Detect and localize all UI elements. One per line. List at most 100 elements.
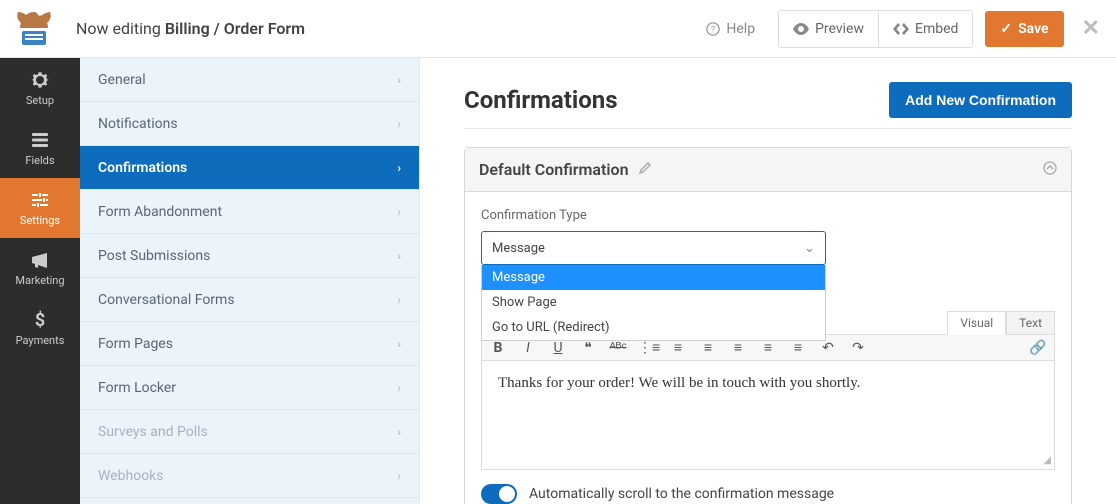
help-icon: ? [706, 22, 720, 36]
nav-label: Marketing [15, 274, 64, 287]
auto-scroll-label: Automatically scroll to the confirmation… [529, 486, 834, 502]
option-show-page[interactable]: Show Page [482, 290, 825, 315]
pencil-icon [639, 162, 651, 174]
message-editor[interactable]: Thanks for your order! We will be in tou… [481, 360, 1055, 470]
save-button[interactable]: ✓ Save [985, 11, 1063, 47]
undo-button[interactable]: ↶ [818, 340, 838, 356]
editor-tab-visual[interactable]: Visual [947, 311, 1006, 335]
embed-label: Embed [915, 21, 958, 37]
dollar-icon: $ [30, 310, 50, 330]
svg-text:?: ? [711, 25, 715, 35]
select-value: Message [492, 241, 545, 256]
close-button[interactable]: ✕ [1082, 16, 1100, 41]
auto-scroll-toggle[interactable] [481, 484, 517, 504]
strike-button[interactable]: ᴬᴮᶜ [608, 339, 628, 356]
nav-label: Fields [25, 154, 54, 167]
subnav-form-pages[interactable]: Form Pages › [80, 322, 419, 366]
subnav-label: Confirmations [98, 160, 187, 176]
align-right-button[interactable]: ≡ [758, 339, 778, 356]
editor-content: Thanks for your order! We will be in tou… [498, 375, 860, 391]
resize-handle[interactable]: ◢ [1043, 455, 1051, 466]
redo-button[interactable]: ↷ [848, 340, 868, 356]
subnav-label: Surveys and Polls [98, 424, 208, 440]
save-label: Save [1018, 21, 1048, 37]
quote-button[interactable]: ❝ [578, 340, 598, 356]
gear-icon [30, 70, 50, 90]
subnav-conversational-forms[interactable]: Conversational Forms› [80, 278, 419, 322]
primary-nav: Setup Fields Settings Marketing $ Paymen… [0, 58, 80, 504]
align-left-button[interactable]: ≡ [698, 339, 718, 356]
subnav-form-locker[interactable]: Form Locker › [80, 366, 419, 410]
nav-marketing[interactable]: Marketing [0, 238, 80, 298]
nav-label: Settings [20, 214, 60, 227]
chevron-right-icon: › [397, 337, 401, 351]
nav-setup[interactable]: Setup [0, 58, 80, 118]
nav-fields[interactable]: Fields [0, 118, 80, 178]
now-editing-prefix: Now editing [76, 19, 165, 38]
chevron-down-icon: ⌄ [804, 241, 815, 256]
bullhorn-icon [30, 250, 50, 270]
panel-title: Default Confirmation [479, 160, 629, 179]
subnav-webhooks[interactable]: Webhooks › [80, 454, 419, 498]
subnav-notifications[interactable]: Notifications › [80, 102, 419, 146]
chevron-right-icon: › [397, 205, 401, 219]
underline-button[interactable]: U [548, 340, 568, 356]
link-button[interactable]: 🔗 [1028, 340, 1048, 356]
chevron-right-icon: › [397, 425, 401, 439]
subnav-label: General [98, 72, 146, 88]
chevron-right-icon: › [397, 469, 401, 483]
add-confirmation-button[interactable]: Add New Confirmation [889, 82, 1072, 118]
nav-settings[interactable]: Settings [0, 178, 80, 238]
subnav-label: Form Abandonment [98, 204, 222, 220]
bold-button[interactable]: B [488, 340, 508, 356]
page-title: Confirmations [464, 86, 618, 114]
sliders-icon [30, 190, 50, 210]
edit-name-button[interactable] [639, 162, 651, 178]
chevron-right-icon: › [397, 249, 401, 263]
embed-button[interactable]: Embed [879, 11, 972, 47]
subnav-post-submissions[interactable]: Post Submissions › [80, 234, 419, 278]
confirmation-panel: Default Confirmation Confirmation Type M… [464, 147, 1072, 504]
align-justify-button[interactable]: ≡ [788, 339, 808, 356]
chevron-right-icon: › [397, 381, 401, 395]
main-content: Confirmations Add New Confirmation Defau… [420, 58, 1116, 504]
chevron-right-icon: › [397, 117, 401, 131]
numbered-list-button[interactable]: ≡ [668, 339, 688, 356]
align-center-button[interactable]: ≡ [728, 339, 748, 356]
option-go-to-url[interactable]: Go to URL (Redirect) [482, 315, 825, 340]
subnav-label: Form Pages [98, 336, 173, 352]
subnav-surveys-polls[interactable]: Surveys and Polls › [80, 410, 419, 454]
chevron-right-icon: › [397, 73, 401, 87]
subnav-label: Post Submissions [98, 248, 210, 264]
code-icon [893, 23, 909, 35]
editor-tab-text[interactable]: Text [1006, 311, 1055, 335]
divider [464, 128, 1072, 129]
svg-text:$: $ [35, 310, 45, 330]
confirmation-type-select[interactable]: Message ⌄ [481, 231, 826, 265]
check-icon: ✓ [1000, 21, 1012, 37]
app-logo [12, 7, 56, 51]
chevron-right-icon: › [397, 293, 401, 307]
option-message[interactable]: Message [482, 265, 825, 290]
settings-subnav: General› Notifications› Confirmations› F… [80, 58, 420, 504]
eye-icon [793, 23, 809, 35]
subnav-label: Webhooks [98, 468, 164, 484]
subnav-label: Form Locker [98, 380, 176, 396]
subnav-form-abandonment[interactable]: Form Abandonment › [80, 190, 419, 234]
help-button[interactable]: ? Help [691, 11, 770, 47]
italic-button[interactable]: I [518, 340, 538, 356]
subnav-confirmations[interactable]: Confirmations› [80, 146, 419, 190]
subnav-general[interactable]: General › [80, 58, 419, 102]
confirmation-type-label: Confirmation Type [481, 208, 1055, 223]
preview-label: Preview [815, 21, 864, 37]
now-editing-label: Now editing Billing / Order Form [76, 19, 305, 38]
collapse-button[interactable] [1043, 160, 1057, 179]
bullet-list-button[interactable]: ⋮≡ [638, 339, 658, 356]
nav-payments[interactable]: $ Payments [0, 298, 80, 358]
preview-button[interactable]: Preview [779, 11, 879, 47]
help-label: Help [726, 21, 755, 37]
nav-label: Setup [26, 94, 54, 107]
chevron-up-icon [1043, 161, 1057, 175]
confirmation-type-dropdown: Message Show Page Go to URL (Redirect) [481, 265, 826, 341]
subnav-label: Notifications [98, 116, 178, 132]
